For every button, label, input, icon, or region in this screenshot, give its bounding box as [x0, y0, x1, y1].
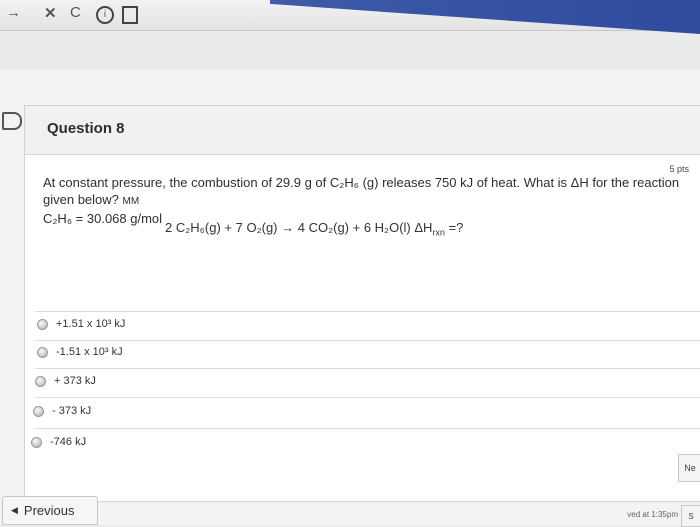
close-icon[interactable]: ✕ [44, 4, 57, 22]
reaction-equation: 2 C₂H₆(g) + 7 O₂(g) → 4 CO₂(g) + 6 H₂O(l… [165, 220, 463, 238]
chevron-left-icon: ◀ [11, 505, 18, 515]
radio-button-icon[interactable] [33, 405, 44, 417]
previous-label: Previous [23, 503, 75, 518]
next-button[interactable]: Ne [678, 454, 700, 482]
radio-button-icon[interactable] [37, 318, 48, 330]
molar-mass: C₂H₆ = 30.068 g/mol [43, 211, 163, 226]
answer-option[interactable]: -1.51 x 10³ kJ [37, 342, 123, 362]
info-icon[interactable]: i [96, 6, 114, 24]
submit-button[interactable]: S [681, 505, 700, 527]
previous-button[interactable]: ◀ Previous [2, 496, 98, 525]
option-divider [35, 368, 700, 369]
answer-option[interactable]: - 373 kJ [33, 401, 91, 421]
equation-subscript: rxn [432, 227, 445, 238]
answer-option[interactable]: +1.51 x 10³ kJ [37, 314, 125, 334]
page-icon[interactable] [122, 6, 138, 24]
option-divider [35, 428, 700, 429]
option-label: +1.51 x 10³ kJ [56, 318, 126, 330]
back-arrow-icon[interactable]: → [6, 4, 21, 21]
reload-icon[interactable]: C [70, 4, 81, 21]
equation-text: 2 C₂H₆(g) + 7 O₂(g) → 4 CO₂(g) + 6 H₂O(l… [165, 220, 433, 235]
option-label: + 373 kJ [54, 375, 96, 387]
answer-option[interactable]: -746 kJ [31, 432, 86, 452]
saved-status: ved at 1:35pm [627, 510, 678, 519]
question-prompt-tail: MM [122, 196, 140, 207]
radio-button-icon[interactable] [35, 375, 46, 387]
option-label: -1.51 x 10³ kJ [56, 346, 123, 358]
question-header: Question 8 [25, 106, 700, 155]
question-title: Question 8 [47, 120, 125, 137]
answer-option[interactable]: + 373 kJ [35, 371, 96, 391]
sidebar-toggle-icon[interactable] [2, 112, 22, 130]
option-divider [35, 397, 700, 398]
option-label: - 373 kJ [52, 405, 92, 417]
radio-button-icon[interactable] [31, 436, 42, 448]
question-card: Question 8 5 pts At constant pressure, t… [24, 105, 700, 502]
option-label: -746 kJ [50, 436, 87, 448]
points-label: 5 pts [669, 164, 689, 174]
equation-end: =? [444, 220, 464, 235]
option-divider [35, 311, 700, 312]
option-divider [35, 340, 700, 341]
radio-button-icon[interactable] [37, 346, 48, 358]
